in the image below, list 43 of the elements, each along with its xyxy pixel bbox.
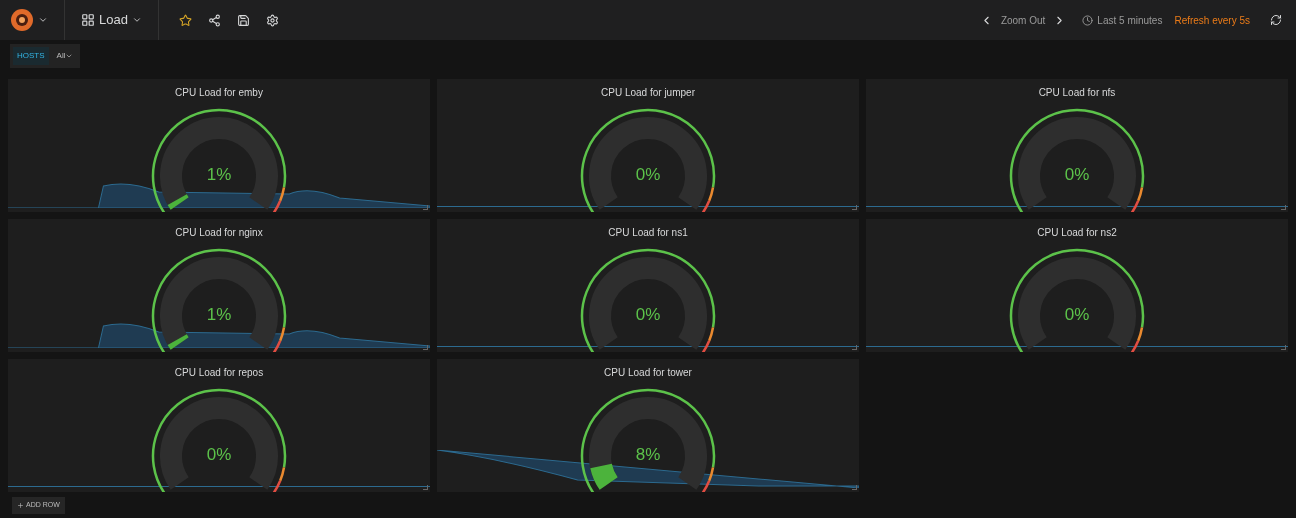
caret-icon: [38, 15, 48, 25]
gauge-value: 0%: [1064, 164, 1090, 186]
gauge-value: 1%: [206, 304, 232, 326]
panel-title[interactable]: CPU Load for ns1: [608, 225, 688, 240]
caret-icon: [131, 15, 142, 25]
clock-icon: [1082, 14, 1094, 26]
gauge-value: 0%: [635, 304, 661, 326]
panel-title[interactable]: CPU Load for tower: [604, 365, 692, 380]
panel-title[interactable]: CPU Load for ns2: [1037, 225, 1117, 240]
panel-title[interactable]: CPU Load for jumper: [601, 85, 695, 100]
share-icon[interactable]: [207, 13, 221, 27]
resize-handle-icon[interactable]: [423, 205, 428, 210]
variable-dropdown[interactable]: All: [52, 50, 78, 62]
gauge-value: 1%: [206, 164, 232, 186]
panel-title[interactable]: CPU Load for nginx: [175, 225, 263, 240]
plus-icon: [17, 501, 24, 509]
grid-icon: [81, 13, 95, 27]
caret-icon: [65, 52, 74, 60]
resize-handle-icon[interactable]: [1281, 205, 1286, 210]
gauge-value: 8%: [635, 444, 661, 466]
resize-handle-icon[interactable]: [852, 485, 857, 490]
panel-title[interactable]: CPU Load for nfs: [1038, 85, 1116, 100]
gauge-value: 0%: [635, 164, 661, 186]
gauge-value: 0%: [1064, 304, 1090, 326]
resize-handle-icon[interactable]: [423, 485, 428, 490]
panel-title[interactable]: CPU Load for emby: [175, 85, 263, 100]
panel-title[interactable]: CPU Load for repos: [174, 365, 264, 380]
resize-handle-icon[interactable]: [1281, 345, 1286, 350]
resize-handle-icon[interactable]: [423, 345, 428, 350]
star-icon[interactable]: [178, 13, 192, 27]
resize-handle-icon[interactable]: [852, 205, 857, 210]
refresh-interval[interactable]: Refresh every 5s: [1174, 12, 1250, 28]
variable-label: HOSTS: [13, 47, 49, 65]
time-range-picker[interactable]: Last 5 minutes: [1082, 12, 1163, 28]
refresh-icon[interactable]: [1270, 14, 1282, 26]
zoom-out-button[interactable]: Zoom Out: [1000, 12, 1046, 28]
logo-menu-button[interactable]: [10, 8, 48, 32]
gauge-value: 0%: [206, 444, 232, 466]
resize-handle-icon[interactable]: [852, 345, 857, 350]
dashboard-picker[interactable]: Load: [81, 10, 142, 30]
save-icon[interactable]: [236, 13, 250, 27]
logo-icon: [10, 8, 34, 32]
settings-icon[interactable]: [265, 13, 279, 27]
